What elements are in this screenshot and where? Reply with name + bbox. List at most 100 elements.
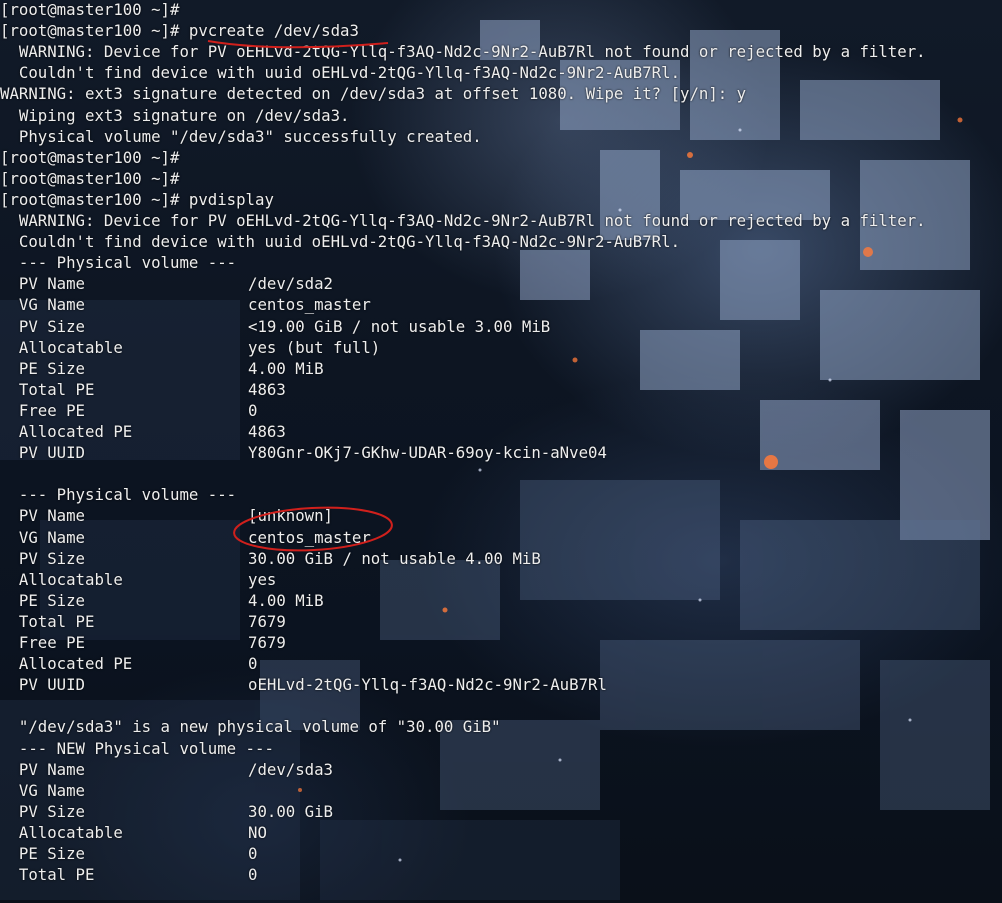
terminal-line: --- Physical volume --- [0, 484, 236, 505]
line-text: WARNING: Device for PV oEHLvd-2tQG-Yllq-… [0, 42, 926, 62]
field-key: Allocated PE [0, 654, 133, 674]
terminal-line: VG Name [0, 780, 85, 801]
terminal-line: Free PE 0 [0, 400, 258, 421]
terminal-line: Wiping ext3 signature on /dev/sda3. [0, 105, 350, 126]
terminal-line: "/dev/sda3" is a new physical volume of … [0, 716, 501, 737]
field-value: yes (but full) [248, 337, 381, 357]
field-value: oEHLvd-2tQG-Yllq-f3AQ-Nd2c-9Nr2-AuB7Rl [248, 675, 607, 695]
field-key: PV Size [0, 316, 86, 336]
field-key: Free PE [0, 400, 86, 420]
field-key: Allocatable [0, 569, 123, 589]
field-value: centos_master [248, 527, 371, 547]
field-value: yes [248, 569, 277, 589]
field-value: 4863 [248, 379, 286, 399]
terminal-line: VG Name centos_master [0, 527, 371, 548]
line-text: --- NEW Physical volume --- [0, 738, 274, 758]
terminal-line: Couldn't find device with uuid oEHLvd-2t… [0, 62, 680, 83]
field-value: 0 [248, 654, 258, 674]
field-value: Y80Gnr-OKj7-GKhw-UDAR-69oy-kcin-aNve04 [248, 443, 607, 463]
field-value: 7679 [248, 611, 286, 631]
terminal-line: PV Name/dev/sda3 [0, 759, 333, 780]
line-text: WARNING: ext3 signature detected on /dev… [0, 84, 747, 104]
field-key: Total PE [0, 379, 95, 399]
terminal-line: PV UUID Y80Gnr-OKj7-GKhw-UDAR-69oy-kcin-a… [0, 442, 607, 463]
terminal-line: Physical volume "/dev/sda3" successfully… [0, 126, 482, 147]
field-key: PV UUID [0, 675, 86, 695]
field-value: /dev/sda2 [248, 274, 334, 294]
line-text: Couldn't find device with uuid oEHLvd-2t… [0, 63, 681, 83]
terminal-line: Allocatable yes (but full) [0, 337, 380, 358]
field-key: VG Name [0, 295, 86, 315]
field-key: VG Name [0, 780, 86, 800]
terminal-line: --- NEW Physical volume --- [0, 738, 274, 759]
line-text: --- Physical volume --- [0, 253, 237, 273]
field-key: Total PE [0, 611, 95, 631]
field-value: 0 [248, 400, 258, 420]
terminal-line: --- Physical volume --- [0, 252, 236, 273]
terminal-line: WARNING: Device for PV oEHLvd-2tQG-Yllq-… [0, 41, 926, 62]
field-key: VG Name [0, 527, 86, 547]
field-key: Total PE [0, 865, 95, 885]
field-key: PV Size [0, 801, 86, 821]
terminal-line: [root@master100 ~]# pvcreate /dev/sda3 [0, 20, 359, 41]
terminal-line: PV Name/dev/sda2 [0, 273, 333, 294]
line-text: [root@master100 ~]# pvcreate /dev/sda3 [0, 21, 359, 41]
line-text: Couldn't find device with uuid oEHLvd-2t… [0, 232, 681, 252]
line-text: [root@master100 ~]# pvdisplay [0, 189, 274, 209]
terminal-line: PV Size 30.00 GiB / not usable 4.00 MiB [0, 548, 541, 569]
field-key: PE Size [0, 358, 86, 378]
field-key: PV Name [0, 506, 86, 526]
line-text: "/dev/sda3" is a new physical volume of … [0, 717, 501, 737]
field-value: 30.00 GiB / not usable 4.00 MiB [248, 548, 541, 568]
line-text: [root@master100 ~]# [0, 0, 180, 19]
line-text: --- Physical volume --- [0, 485, 237, 505]
field-value: 4863 [248, 422, 286, 441]
terminal-line: Allocated PE 4863 [0, 421, 286, 442]
terminal-line: VG Name centos_master [0, 294, 371, 315]
field-key: Allocatable [0, 822, 123, 842]
line-text: Physical volume "/dev/sda3" successfully… [0, 126, 482, 146]
field-value: 7679 [248, 633, 286, 652]
terminal-line: Allocatable NO [0, 822, 267, 843]
terminal-line: PE Size 0 [0, 843, 258, 864]
field-value: NO [248, 822, 267, 842]
field-value: [unknown] [248, 506, 334, 526]
field-key: PV Size [0, 548, 86, 568]
line-text: WARNING: Device for PV oEHLvd-2tQG-Yllq-… [0, 211, 926, 230]
terminal-output: [root@master100 ~]# [root@master100 ~]# p… [0, 0, 1002, 903]
field-value: 0 [248, 865, 258, 885]
terminal-line: PE Size 4.00 MiB [0, 590, 324, 611]
terminal-line: Allocated PE 0 [0, 653, 258, 674]
field-value: /dev/sda3 [248, 759, 334, 779]
terminal-line: PV Name [unknown] [0, 505, 333, 526]
line-text: [root@master100 ~]# [0, 168, 180, 188]
terminal-line: Total PE 0 [0, 864, 258, 885]
line-text: [root@master100 ~]# [0, 147, 180, 167]
terminal-line: [root@master100 ~]# [0, 168, 179, 189]
terminal-line: WARNING: Device for PV oEHLvd-2tQG-Yllq-… [0, 210, 926, 231]
field-key: PV Name [0, 759, 86, 779]
field-key: PE Size [0, 844, 86, 863]
field-value: 30.00 GiB [248, 801, 334, 821]
terminal-line: Allocatable yes [0, 569, 276, 590]
field-key: Allocated PE [0, 422, 133, 441]
terminal-line: PV Size <19.00 GiB / not usable 3.00 MiB [0, 316, 550, 337]
line-text: Wiping ext3 signature on /dev/sda3. [0, 105, 350, 125]
terminal-line: [root@master100 ~]# [0, 147, 179, 168]
terminal-line: PV Size 30.00 GiB [0, 801, 333, 822]
field-key: Free PE [0, 633, 86, 652]
terminal-line: Couldn't find device with uuid oEHLvd-2t… [0, 231, 680, 252]
field-value: centos_master [248, 295, 371, 315]
terminal-line: [root@master100 ~]# [0, 0, 179, 20]
terminal-line: PV UUID oEHLvd-2tQG-Yllq-f3AQ-Nd2c-9Nr2-A… [0, 674, 607, 695]
field-key: PE Size [0, 590, 86, 610]
terminal-line: Total PE 7679 [0, 611, 286, 632]
field-key: PV Name [0, 274, 86, 294]
field-value: 0 [248, 844, 258, 863]
terminal-line: [root@master100 ~]# pvdisplay [0, 189, 274, 210]
terminal-line: Free PE 7679 [0, 632, 286, 653]
terminal-line: Total PE 4863 [0, 379, 286, 400]
field-value: 4.00 MiB [248, 358, 324, 378]
field-value: 4.00 MiB [248, 590, 324, 610]
terminal-line: PE Size 4.00 MiB [0, 358, 324, 379]
